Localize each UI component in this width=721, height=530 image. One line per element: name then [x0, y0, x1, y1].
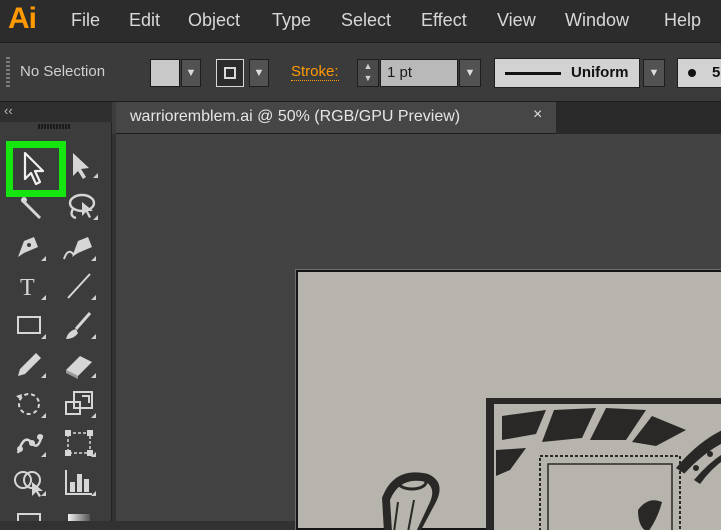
stroke-weight-stepper[interactable]: ▲ ▼	[357, 59, 379, 87]
tool-flyout-indicator	[91, 413, 96, 418]
tool-flyout-indicator	[41, 373, 46, 378]
document-tab[interactable]: warrioremblem.ai @ 50% (RGB/GPU Preview)…	[116, 102, 556, 134]
rotate-tool[interactable]	[12, 388, 46, 420]
variable-width-profile-select[interactable]: Uniform	[494, 58, 640, 88]
svg-text:T: T	[20, 275, 35, 301]
artboard-icon	[17, 513, 41, 521]
tool-flyout-indicator	[41, 334, 46, 339]
tools-panel-grip[interactable]	[38, 124, 70, 129]
tool-flyout-indicator	[41, 491, 46, 496]
type-tool[interactable]: T	[12, 270, 46, 302]
line-segment-tool[interactable]	[62, 270, 96, 302]
fill-color-swatch[interactable]	[150, 59, 180, 87]
brush-definition-select[interactable]: 5	[677, 58, 721, 88]
gradient-icon	[68, 514, 90, 521]
tools-panel-header: ‹‹	[0, 102, 112, 122]
tool-flyout-indicator	[91, 373, 96, 378]
chart-tool[interactable]	[62, 466, 96, 498]
tool-flyout-indicator	[91, 295, 96, 300]
menu-bar: Ai File Edit Object Type Select Effect V…	[0, 0, 721, 42]
menu-type[interactable]: Type	[272, 10, 311, 31]
collapse-panel-icon[interactable]: ‹‹	[4, 103, 13, 118]
tool-flyout-indicator	[93, 173, 98, 178]
close-icon[interactable]: ×	[533, 106, 542, 124]
control-bar: No Selection ▼ ▼ Stroke: ▲ ▼ 1 pt ▼ Unifo…	[0, 42, 721, 102]
tool-flyout-indicator	[93, 215, 98, 220]
menu-select[interactable]: Select	[341, 10, 391, 31]
tool-flyout-indicator	[91, 256, 96, 261]
artboard[interactable]	[296, 270, 721, 530]
warrior-emblem-artwork	[382, 398, 721, 530]
tool-flyout-indicator	[41, 256, 46, 261]
pencil-tool[interactable]	[12, 348, 46, 380]
menu-edit[interactable]: Edit	[129, 10, 160, 31]
selection-tool[interactable]	[6, 141, 66, 197]
scale-tool[interactable]	[62, 388, 96, 420]
profile-dropdown-button[interactable]: ▼	[643, 59, 665, 87]
brush-size-label: 5	[712, 64, 721, 81]
free-transform-tool[interactable]	[62, 427, 96, 459]
menu-help[interactable]: Help	[664, 10, 701, 31]
lasso-tool[interactable]	[64, 190, 98, 222]
document-tab-title[interactable]: warrioremblem.ai @ 50% (RGB/GPU Preview)	[130, 108, 460, 126]
stroke-color-swatch[interactable]	[216, 59, 244, 87]
stroke-weight-dropdown-button[interactable]: ▼	[459, 59, 481, 87]
control-bar-grip[interactable]	[6, 57, 10, 89]
magic-wand-tool[interactable]	[14, 192, 48, 224]
stroke-swatch-inner-icon	[224, 67, 236, 79]
puppet-warp-tool[interactable]	[12, 427, 46, 459]
fill-dropdown-button[interactable]: ▼	[181, 59, 201, 87]
menu-view[interactable]: View	[497, 10, 536, 31]
menu-window[interactable]: Window	[565, 10, 629, 31]
tool-flyout-indicator	[41, 452, 46, 457]
tool-flyout-indicator	[41, 413, 46, 418]
menu-object[interactable]: Object	[188, 10, 240, 31]
shape-builder-tool[interactable]	[12, 466, 46, 498]
curvature-tool[interactable]	[62, 231, 96, 263]
stroke-weight-input[interactable]: 1 pt	[380, 59, 458, 87]
stroke-label[interactable]: Stroke:	[291, 64, 339, 81]
pen-tool[interactable]	[12, 231, 46, 263]
rectangle-tool[interactable]	[12, 309, 46, 341]
selection-arrow-icon	[13, 148, 59, 190]
app-logo: Ai	[8, 2, 37, 35]
paintbrush-tool[interactable]	[62, 309, 96, 341]
selection-status: No Selection	[20, 63, 106, 80]
magic-wand-icon	[20, 197, 42, 220]
menu-effect[interactable]: Effect	[421, 10, 467, 31]
menu-file[interactable]: File	[71, 10, 100, 31]
artboard-tool[interactable]	[12, 508, 46, 521]
tool-flyout-indicator	[41, 295, 46, 300]
eraser-tool[interactable]	[62, 348, 96, 380]
tool-flyout-indicator	[91, 491, 96, 496]
stroke-dropdown-button[interactable]: ▼	[249, 59, 269, 87]
profile-label: Uniform	[571, 64, 629, 81]
gradient-tool[interactable]	[62, 508, 96, 521]
tool-flyout-indicator	[91, 452, 96, 457]
profile-line-icon	[505, 72, 561, 75]
brush-dot-icon	[688, 69, 696, 77]
direct-selection-tool[interactable]	[64, 148, 98, 180]
tool-flyout-indicator	[91, 334, 96, 339]
